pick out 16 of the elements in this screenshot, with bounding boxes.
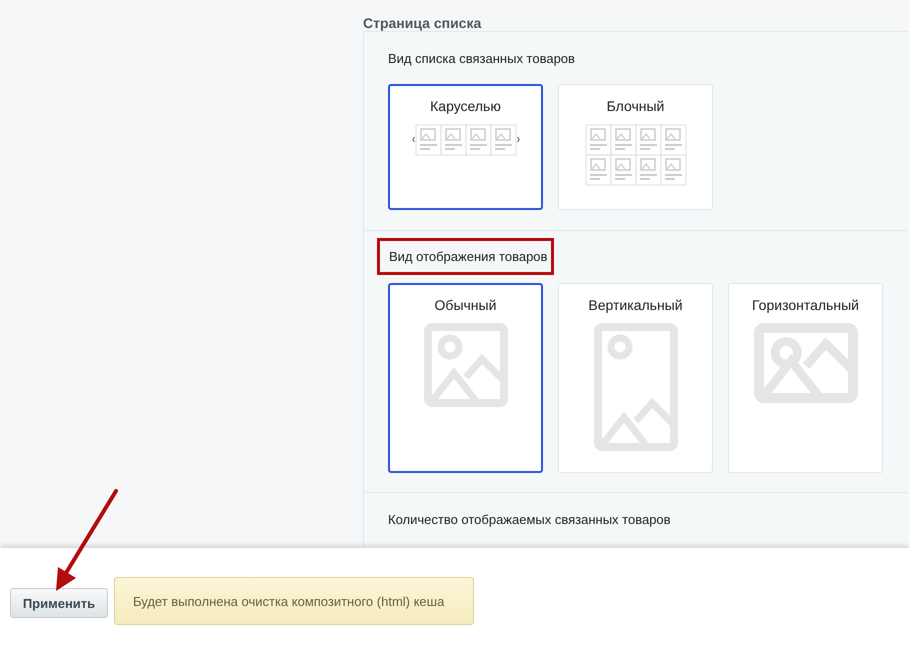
view-option-card[interactable]: Каруселью xyxy=(388,84,543,210)
view-option-card[interactable]: Обычный xyxy=(388,283,543,473)
image-placeholder-icon xyxy=(424,323,508,407)
section-label: Количество отображаемых связанных товаров xyxy=(388,512,671,527)
cache-notice: Будет выполнена очистка композитного (html) кеша xyxy=(114,577,474,625)
image-placeholder-icon xyxy=(594,323,678,451)
view-option-card[interactable]: Горизонтальный xyxy=(728,283,883,473)
carousel-thumbnail-icon xyxy=(412,124,520,156)
apply-button[interactable]: Применить xyxy=(10,588,108,618)
highlighted-section-label: Вид отображения товаров xyxy=(377,238,554,275)
image-placeholder-icon xyxy=(754,323,858,403)
view-option-card[interactable]: Блочный xyxy=(558,84,713,210)
view-option-card[interactable]: Вертикальный xyxy=(558,283,713,473)
section-label: Вид списка связанных товаров xyxy=(388,51,575,66)
page-title: Страница списка xyxy=(363,14,482,31)
grid-thumbnail-icon xyxy=(584,124,686,186)
